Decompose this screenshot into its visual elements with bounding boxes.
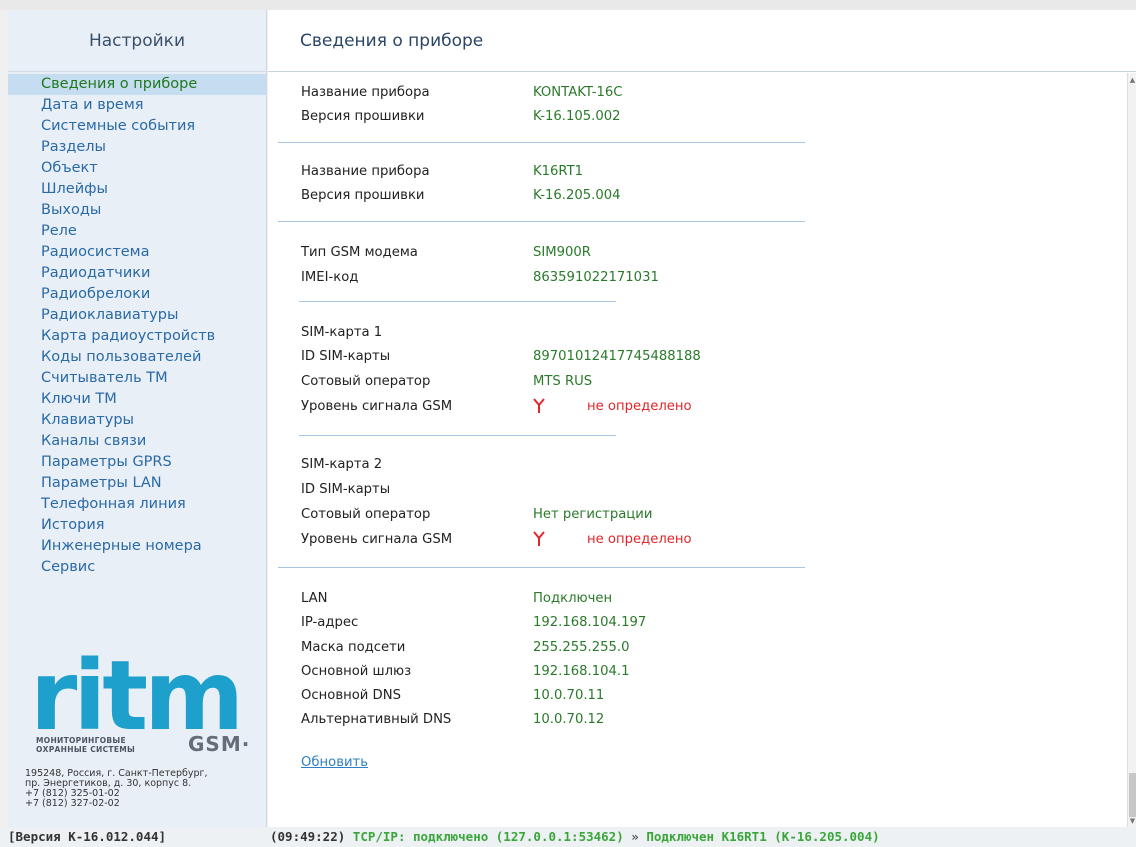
lan-label: LAN [301, 591, 328, 606]
ritm-logo: ritm МОНИТОРИНГОВЫЕ ОХРАННЫЕ СИСТЕМЫ GSM… [30, 646, 260, 760]
sidebar-item[interactable]: История [8, 515, 266, 536]
sidebar-item[interactable]: Радиосистема [8, 242, 266, 263]
sidebar-item[interactable]: Сервис [8, 557, 266, 578]
ip-value: 192.168.104.197 [533, 615, 647, 630]
sidebar-item[interactable]: Дата и время [8, 95, 266, 116]
sidebar-item[interactable]: Параметры GPRS [8, 452, 266, 473]
sim2-signal-value: не определено [587, 532, 692, 547]
sim1-operator-label: Сотовый оператор [301, 374, 431, 389]
sidebar-item[interactable]: Клавиатуры [8, 410, 266, 431]
sim1-operator-value: MTS RUS [533, 374, 593, 389]
status-time: (09:49:22) [270, 829, 346, 844]
divider [278, 567, 805, 568]
logo-subtitle-line2: ОХРАННЫЕ СИСТЕМЫ [36, 745, 136, 754]
antenna-icon [533, 398, 545, 413]
logo-wordmark: ritm [30, 640, 244, 752]
device1-fw-label: Версия прошивки [301, 109, 425, 124]
sim1-header: SIM-карта 1 [301, 325, 383, 340]
device1-name-label: Название прибора [301, 85, 430, 100]
imei-value: 863591022171031 [533, 270, 659, 285]
sidebar-item[interactable]: Инженерные номера [8, 536, 266, 557]
sidebar-item[interactable]: Выходы [8, 200, 266, 221]
sidebar-item[interactable]: Ключи ТМ [8, 389, 266, 410]
sim2-id-label: ID SIM-карты [301, 482, 391, 497]
sidebar-item[interactable]: Каналы связи [8, 431, 266, 452]
firmware-version: [Версия К-16.012.044] [8, 829, 167, 844]
device2-fw-value: K-16.205.004 [533, 188, 621, 203]
dns1-value: 10.0.70.11 [533, 688, 605, 703]
status-bar: [Версия К-16.012.044] (09:49:22) TCP/IP:… [0, 827, 1136, 847]
sidebar-item[interactable]: Радиобрелоки [8, 284, 266, 305]
sim2-operator-label: Сотовый оператор [301, 507, 431, 522]
device-connected-status: Подключен K16RT1 (K-16.205.004) [646, 829, 880, 844]
sidebar-item[interactable]: Карта радиоустройств [8, 326, 266, 347]
sim1-signal-label: Уровень сигнала GSM [301, 399, 453, 414]
sidebar-item[interactable]: Объект [8, 158, 266, 179]
device2-name-label: Название прибора [301, 164, 430, 179]
scroll-up-icon[interactable]: ▲ [1128, 73, 1136, 87]
sidebar-nav: Сведения о приборе Дата и время Системные … [8, 74, 266, 578]
gsm-modem-value: SIM900R [533, 245, 591, 260]
sim2-signal-label: Уровень сигнала GSM [301, 532, 453, 547]
sim1-id-label: ID SIM-карты [301, 349, 391, 364]
window-top-strip [0, 0, 1136, 10]
status-arrow: » [631, 829, 639, 844]
company-address: 195248, Россия, г. Санкт-Петербург, пр. … [25, 769, 208, 809]
sim2-header: SIM-карта 2 [301, 457, 383, 472]
device1-fw-value: K-16.105.002 [533, 109, 621, 124]
scroll-thumb[interactable] [1129, 773, 1136, 817]
divider [299, 301, 616, 302]
main-panel: Сведения о приборе Название прибора KONT… [268, 10, 1136, 827]
sidebar-item[interactable]: Реле [8, 221, 266, 242]
address-phone: +7 (812) 327-02-02 [25, 798, 120, 809]
tcp-status: TCP/IP: подключено (127.0.0.1:53462) [352, 829, 624, 844]
dns2-label: Альтернативный DNS [301, 712, 452, 727]
sidebar-item[interactable]: Считыватель ТМ [8, 368, 266, 389]
device2-name-value: K16RT1 [533, 164, 584, 179]
sidebar-item[interactable]: Шлейфы [8, 179, 266, 200]
sim1-id-value: 89701012417745488188 [533, 349, 701, 364]
connection-status: (09:49:22) TCP/IP: подключено (127.0.0.1… [270, 827, 880, 847]
divider [278, 142, 805, 143]
sidebar-item[interactable]: Коды пользователей [8, 347, 266, 368]
divider [299, 435, 616, 436]
sidebar-item[interactable]: Телефонная линия [8, 494, 266, 515]
mask-value: 255.255.255.0 [533, 640, 630, 655]
sidebar-item[interactable]: Параметры LAN [8, 473, 266, 494]
sim2-operator-value: Нет регистрации [533, 507, 653, 522]
antenna-icon [533, 531, 545, 546]
device-info-content: Название прибора KONTAKT-16C Версия прош… [268, 73, 1130, 827]
device2-fw-label: Версия прошивки [301, 188, 425, 203]
lan-value: Подключен [533, 591, 613, 606]
gateway-value: 192.168.104.1 [533, 664, 630, 679]
vertical-scrollbar[interactable]: ▲ ▼ [1127, 73, 1136, 827]
gateway-label: Основной шлюз [301, 664, 412, 679]
divider [278, 221, 805, 222]
sidebar-item[interactable]: Разделы [8, 137, 266, 158]
mask-label: Маска подсети [301, 640, 406, 655]
scroll-down-icon[interactable]: ▼ [1128, 815, 1136, 827]
device1-name-value: KONTAKT-16C [533, 85, 623, 100]
sidebar-item[interactable]: Радиодатчики [8, 263, 266, 284]
ip-label: IP-адрес [301, 615, 359, 630]
page-title: Сведения о приборе [268, 10, 1136, 72]
logo-gsm: GSM· [188, 732, 251, 756]
gsm-modem-label: Тип GSM модема [301, 245, 418, 260]
sidebar-item[interactable]: Радиоклавиатуры [8, 305, 266, 326]
sim1-signal-value: не определено [587, 399, 692, 414]
logo-subtitle-line1: МОНИТОРИНГОВЫЕ [36, 736, 126, 745]
sidebar-item[interactable]: Сведения о приборе [8, 74, 266, 95]
sidebar-title: Настройки [8, 10, 266, 72]
dns1-label: Основной DNS [301, 688, 401, 703]
sidebar: Настройки Сведения о приборе Дата и время… [8, 10, 267, 827]
dns2-value: 10.0.70.12 [533, 712, 605, 727]
logo-subtitle: МОНИТОРИНГОВЫЕ ОХРАННЫЕ СИСТЕМЫ [36, 736, 135, 754]
refresh-link[interactable]: Обновить [301, 755, 368, 770]
imei-label: IMEI-код [301, 270, 359, 285]
sidebar-item[interactable]: Системные события [8, 116, 266, 137]
